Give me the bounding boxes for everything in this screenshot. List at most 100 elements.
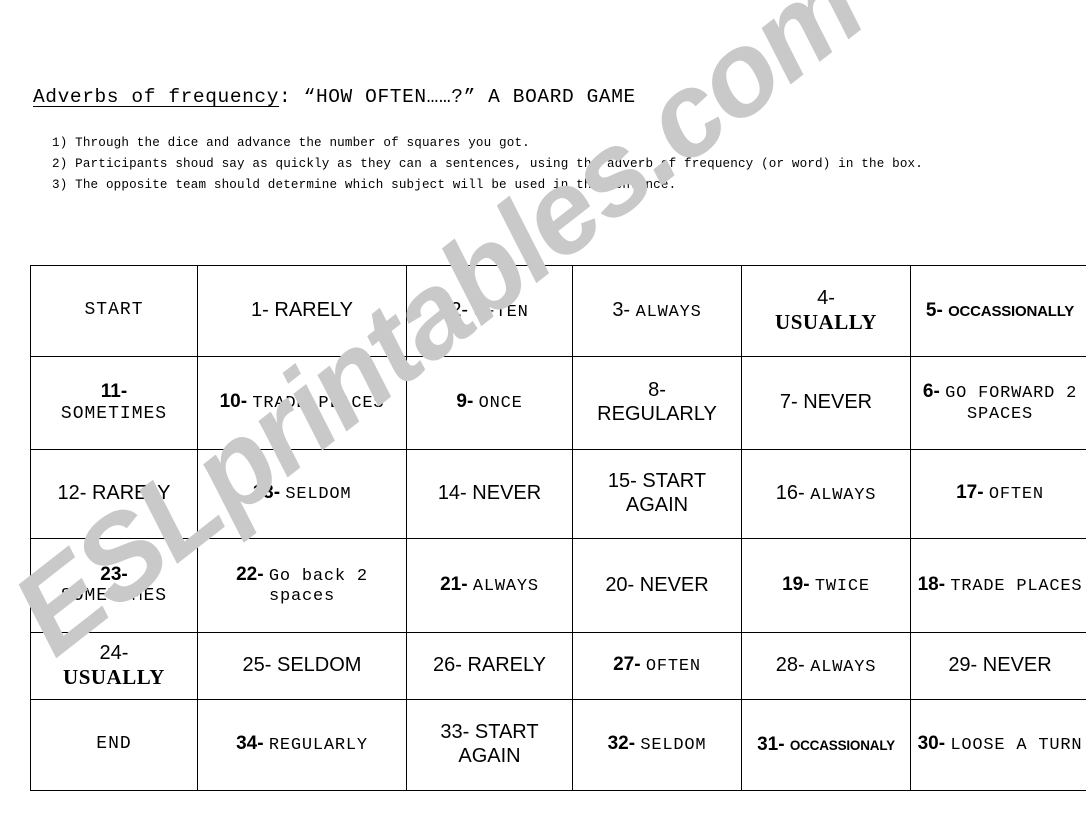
square-number: 6- bbox=[922, 381, 946, 403]
board-square[interactable]: 10- TRADE PLACES bbox=[197, 356, 407, 450]
board-game-grid: START 1- RARELY 2- OFTEN 3- ALWAYS 4- USUALLY… bbox=[30, 265, 1086, 791]
square-number: 22- bbox=[236, 563, 269, 585]
board-square-content: 24- USUALLY bbox=[35, 642, 193, 690]
board-square[interactable]: 26- RARELY bbox=[406, 632, 573, 700]
square-label: END bbox=[96, 734, 132, 755]
board-square[interactable]: 18- TRADE PLACES bbox=[910, 538, 1086, 633]
board-square[interactable]: 23- SOMETIMES bbox=[30, 538, 198, 633]
board-square[interactable]: 7- NEVER bbox=[741, 356, 911, 450]
board-square-content: 4- USUALLY bbox=[746, 287, 906, 335]
board-row: END 34- REGULARLY 33- START AGAIN 32- SELDO… bbox=[30, 699, 1086, 791]
square-number: 12- bbox=[57, 482, 92, 505]
board-square[interactable]: 13- SELDOM bbox=[197, 449, 407, 539]
square-number: 15- bbox=[607, 470, 643, 493]
board-square-content: 6- GO FORWARD 2 SPACES bbox=[915, 381, 1085, 424]
board-row: 24- USUALLY 25- SELDOM 26- RARELY 27- OFTEN 2… bbox=[30, 632, 1086, 700]
board-square[interactable]: 9- ONCE bbox=[406, 356, 573, 450]
board-square[interactable]: 11- SOMETIMES bbox=[30, 356, 198, 450]
board-square[interactable]: 16- ALWAYS bbox=[741, 449, 911, 539]
square-label: NEVER bbox=[472, 482, 542, 505]
board-square[interactable]: 31- OCCASSIONALY bbox=[741, 699, 911, 791]
board-square-content: START bbox=[35, 300, 193, 321]
board-square[interactable]: 17- OFTEN bbox=[910, 449, 1086, 539]
square-number: 20- bbox=[605, 573, 640, 596]
square-label: NEVER bbox=[982, 654, 1052, 677]
board-square[interactable]: 25- SELDOM bbox=[197, 632, 407, 700]
board-square[interactable]: 4- USUALLY bbox=[741, 265, 911, 357]
square-label: USUALLY bbox=[775, 310, 877, 335]
square-label: Go back 2 spaces bbox=[268, 566, 368, 606]
square-number: 5- bbox=[925, 299, 949, 321]
square-label: ONCE bbox=[478, 394, 523, 414]
board-square[interactable]: END bbox=[30, 699, 198, 791]
square-label: OCCASSIONALY bbox=[789, 737, 895, 753]
square-number: 29- bbox=[948, 654, 983, 677]
board-square[interactable]: 20- NEVER bbox=[572, 538, 742, 633]
board-square-content: 25- SELDOM bbox=[202, 654, 402, 678]
board-square-content: 10- TRADE PLACES bbox=[202, 391, 402, 414]
board-square[interactable]: 22- Go back 2 spaces bbox=[197, 538, 407, 633]
board-square-content: 18- TRADE PLACES bbox=[915, 574, 1085, 597]
board-square-content: 1- RARELY bbox=[202, 299, 402, 323]
square-number: 21- bbox=[440, 573, 473, 595]
square-number: 33- bbox=[440, 721, 475, 744]
worksheet-page: Adverbs of frequency: “HOW OFTEN……?” A B… bbox=[0, 0, 1086, 838]
board-square[interactable]: 30- LOOSE A TURN bbox=[910, 699, 1086, 791]
board-square[interactable]: 27- OFTEN bbox=[572, 632, 742, 700]
board-square-content: 13- SELDOM bbox=[202, 482, 402, 505]
square-label: OCCASSIONALLY bbox=[948, 302, 1075, 320]
square-number: 11- bbox=[100, 381, 128, 403]
square-label: RARELY bbox=[467, 654, 546, 677]
instructions-list: 1) Through the dice and advance the numb… bbox=[52, 133, 1032, 196]
square-number: 1- bbox=[251, 299, 275, 322]
board-square[interactable]: 12- RARELY bbox=[30, 449, 198, 539]
square-label: RARELY bbox=[274, 299, 353, 322]
square-number: 4- bbox=[817, 286, 835, 309]
square-number: 24- bbox=[99, 641, 129, 664]
page-title-rest: : “HOW OFTEN……?” A BOARD GAME bbox=[279, 86, 636, 108]
board-square[interactable]: 8- REGULARLY bbox=[572, 356, 742, 450]
square-label: OFTEN bbox=[473, 302, 529, 322]
board-square[interactable]: 6- GO FORWARD 2 SPACES bbox=[910, 356, 1086, 450]
board-square[interactable]: START bbox=[30, 265, 198, 357]
board-square[interactable]: 29- NEVER bbox=[910, 632, 1086, 700]
board-square-content: 27- OFTEN bbox=[577, 654, 737, 677]
board-square[interactable]: 33- START AGAIN bbox=[406, 699, 573, 791]
board-square-content: 20- NEVER bbox=[577, 574, 737, 598]
square-number: 13- bbox=[252, 482, 286, 504]
board-square[interactable]: 21- ALWAYS bbox=[406, 538, 573, 633]
square-label: GO FORWARD 2 SPACES bbox=[945, 384, 1078, 424]
board-square-content: 34- REGULARLY bbox=[202, 733, 402, 756]
board-square[interactable]: 24- USUALLY bbox=[30, 632, 198, 700]
square-number: 28- bbox=[775, 653, 811, 676]
page-title-underlined: Adverbs of frequency bbox=[33, 86, 280, 108]
board-square-content: 33- START AGAIN bbox=[411, 721, 568, 768]
board-square[interactable]: 1- RARELY bbox=[197, 265, 407, 357]
square-label: TWICE bbox=[814, 576, 870, 596]
board-square[interactable]: 32- SELDOM bbox=[572, 699, 742, 791]
square-number: 3- bbox=[612, 298, 636, 321]
instruction-item: 2) Participants shoud say as quickly as … bbox=[52, 157, 923, 171]
board-square[interactable]: 34- REGULARLY bbox=[197, 699, 407, 791]
board-square-content: 2- OFTEN bbox=[411, 299, 568, 323]
board-square-content: 11- SOMETIMES bbox=[35, 381, 193, 425]
board-square[interactable]: 2- OFTEN bbox=[406, 265, 573, 357]
board-square[interactable]: 3- ALWAYS bbox=[572, 265, 742, 357]
board-square[interactable]: 19- TWICE bbox=[741, 538, 911, 633]
board-square[interactable]: 14- NEVER bbox=[406, 449, 573, 539]
square-label: SELDOM bbox=[285, 485, 352, 505]
board-square-content: 22- Go back 2 spaces bbox=[202, 564, 402, 607]
board-square-content: 21- ALWAYS bbox=[411, 574, 568, 597]
square-label: START bbox=[84, 300, 144, 321]
board-square[interactable]: 28- ALWAYS bbox=[741, 632, 911, 700]
board-square-content: 3- ALWAYS bbox=[577, 299, 737, 323]
square-number: 30- bbox=[917, 733, 951, 755]
board-square-content: 29- NEVER bbox=[915, 654, 1085, 678]
square-label: TRADE PLACES bbox=[950, 576, 1083, 596]
square-number: 9- bbox=[456, 391, 479, 413]
board-row: 11- SOMETIMES 10- TRADE PLACES 9- ONCE 8- REG… bbox=[30, 356, 1086, 450]
board-square[interactable]: 5- OCCASSIONALLY bbox=[910, 265, 1086, 357]
square-number: 18- bbox=[917, 573, 951, 595]
board-square[interactable]: 15- START AGAIN bbox=[572, 449, 742, 539]
square-number: 7- bbox=[779, 391, 804, 414]
